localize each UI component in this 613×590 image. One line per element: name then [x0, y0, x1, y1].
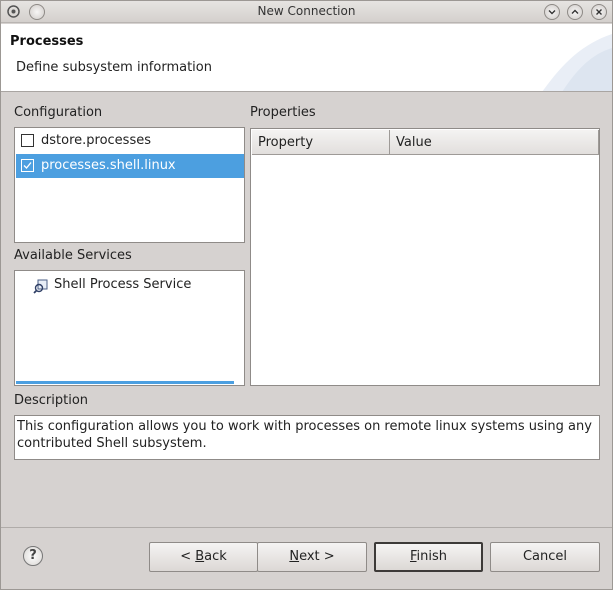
title-bar[interactable]: New Connection — [1, 1, 612, 23]
column-header-property[interactable]: Property — [252, 130, 390, 155]
wizard-header: Processes Define subsystem information — [1, 24, 612, 92]
cancel-button[interactable]: Cancel — [490, 542, 600, 572]
maximize-button[interactable] — [567, 4, 583, 20]
service-icon — [33, 279, 48, 294]
checkbox[interactable] — [21, 159, 34, 172]
properties-label: Properties — [250, 105, 316, 120]
description-text: This configuration allows you to work wi… — [14, 415, 600, 460]
column-header-value[interactable]: Value — [390, 130, 599, 155]
back-label-suffix: ack — [204, 549, 227, 564]
service-label: Shell Process Service — [54, 277, 192, 292]
list-item-label: processes.shell.linux — [41, 158, 176, 173]
configuration-list[interactable]: dstore.processes processes.shell.linux — [14, 127, 245, 243]
minimize-button[interactable] — [544, 4, 560, 20]
properties-table[interactable]: Property Value — [250, 128, 600, 386]
services-list[interactable]: Shell Process Service — [14, 270, 245, 386]
wizard-banner-icon — [542, 34, 612, 91]
checkbox[interactable] — [21, 134, 34, 147]
chevron-down-icon — [548, 10, 556, 15]
next-mnemonic: N — [289, 549, 300, 564]
window-title: New Connection — [257, 4, 356, 18]
available-services-label: Available Services — [14, 248, 132, 263]
page-description: Define subsystem information — [16, 60, 212, 75]
list-item-processes-shell-linux[interactable]: processes.shell.linux — [16, 154, 244, 178]
back-label-prefix: < — [180, 549, 196, 564]
finish-label-suffix: inish — [416, 549, 448, 564]
back-button[interactable]: < Back — [149, 542, 258, 572]
back-mnemonic: B — [195, 549, 205, 564]
close-button[interactable] — [591, 4, 607, 20]
description-label: Description — [14, 393, 89, 408]
finish-button[interactable]: Finish — [374, 542, 483, 572]
page-title: Processes — [10, 34, 84, 49]
close-icon — [596, 9, 602, 15]
horizontal-scrollbar[interactable] — [16, 381, 234, 384]
help-button[interactable]: ? — [23, 546, 43, 566]
footer-divider — [1, 527, 612, 528]
list-item-label: dstore.processes — [41, 133, 151, 148]
next-button[interactable]: Next > — [257, 542, 367, 572]
next-label-suffix: ext > — [299, 549, 335, 564]
checkmark-icon — [23, 162, 32, 169]
chevron-up-icon — [571, 9, 579, 14]
dialog-window: New Connection Processes Define subsyste… — [0, 0, 613, 590]
list-item-dstore-processes[interactable]: dstore.processes — [16, 129, 244, 153]
configuration-label: Configuration — [14, 105, 103, 120]
